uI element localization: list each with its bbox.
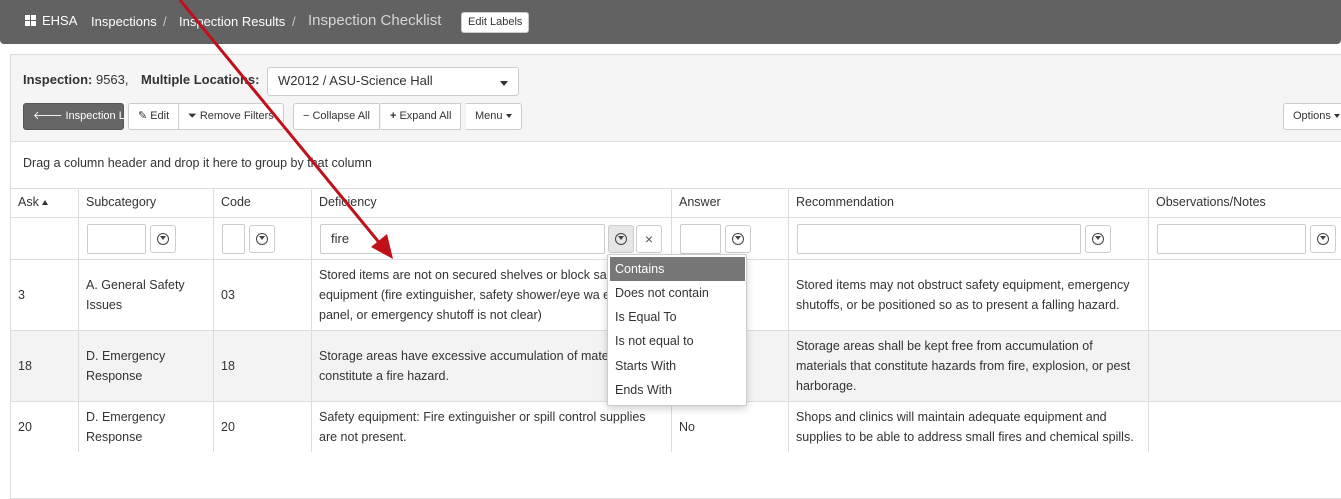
grid-icon	[25, 14, 37, 27]
column-header-notes[interactable]: Observations/Notes	[1149, 188, 1341, 217]
top-navbar: EHSA Inspections / Inspection Results / …	[0, 0, 1341, 44]
cell-subcategory: D. Emergency Response	[79, 331, 214, 401]
close-icon: ×	[644, 231, 654, 247]
answer-filter-button[interactable]	[725, 225, 751, 253]
cell-notes	[1149, 260, 1341, 330]
column-header-ask[interactable]: Ask	[11, 188, 79, 217]
filter-icon	[256, 233, 268, 245]
filter-operator-menu: Contains Does not contain Is Equal To Is…	[607, 254, 747, 406]
menu-option-contains[interactable]: Contains	[610, 257, 745, 281]
filter-icon	[615, 233, 627, 245]
cell-code: 18	[214, 331, 312, 401]
page-title: Inspection Checklist	[308, 12, 442, 29]
minus-icon: −	[303, 110, 310, 122]
notes-filter-button[interactable]	[1310, 225, 1336, 253]
edit-labels-button[interactable]: Edit Labels	[461, 12, 530, 33]
deficiency-filter-button[interactable]	[608, 225, 634, 253]
inspection-info: Inspection: 9563,	[23, 72, 129, 87]
table-row[interactable]: 20 D. Emergency Response 20 Safety equip…	[11, 402, 1341, 452]
pencil-icon: ✎	[138, 110, 148, 122]
filter-icon	[157, 233, 169, 245]
recommendation-filter-button[interactable]	[1085, 225, 1111, 253]
answer-filter-input[interactable]	[680, 224, 721, 254]
cell-recommendation: Stored items may not obstruct safety equ…	[789, 260, 1149, 330]
location-select-value: W2012 / ASU-Science Hall	[278, 73, 433, 88]
collapse-all-button[interactable]: − Collapse All	[293, 103, 380, 130]
cell-ask: 3	[11, 260, 79, 330]
recommendation-filter-input[interactable]	[797, 224, 1081, 254]
cell-notes	[1149, 331, 1341, 401]
cell-answer: No	[672, 402, 789, 452]
cell-code: 20	[214, 402, 312, 452]
column-header-answer[interactable]: Answer	[672, 188, 789, 217]
panel-header: Inspection: 9563, Multiple Locations: W2…	[11, 55, 1341, 142]
location-select[interactable]: W2012 / ASU-Science Hall	[267, 67, 519, 96]
filter-cell-ask	[11, 218, 79, 261]
expand-all-button[interactable]: + Expand All	[381, 103, 462, 130]
subcategory-filter-input[interactable]	[87, 224, 146, 254]
menu-option-ends-with[interactable]: Ends With	[610, 378, 745, 402]
brand-label: EHSA	[42, 13, 78, 28]
cell-recommendation: Shops and clinics will maintain adequate…	[789, 402, 1149, 452]
filter-icon: ⏷	[188, 110, 197, 122]
cell-ask: 18	[11, 331, 79, 401]
sort-ascending-icon	[41, 200, 48, 206]
cell-ask: 20	[11, 402, 79, 452]
cell-deficiency: Safety equipment: Fire extinguisher or s…	[312, 402, 672, 452]
breadcrumb-separator: /	[292, 14, 296, 29]
menu-option-is-equal-to[interactable]: Is Equal To	[610, 305, 745, 329]
code-filter-button[interactable]	[249, 225, 275, 253]
menu-button[interactable]: Menu	[466, 103, 522, 130]
cell-notes	[1149, 402, 1341, 452]
filter-cell-notes	[1149, 218, 1341, 261]
subcategory-filter-button[interactable]	[150, 225, 176, 253]
multiple-locations-label: Multiple Locations:	[141, 72, 260, 87]
filter-cell-subcategory	[79, 218, 214, 261]
cell-subcategory: D. Emergency Response	[79, 402, 214, 452]
cell-subcategory: A. General Safety Issues	[79, 260, 214, 330]
chevron-down-icon	[505, 114, 512, 119]
filter-cell-recommendation	[789, 218, 1149, 261]
chevron-down-icon	[1333, 114, 1340, 119]
edit-button[interactable]: ✎ Edit	[128, 103, 180, 130]
filter-icon	[732, 233, 744, 245]
brand-link[interactable]: EHSA	[25, 13, 77, 28]
column-header-code[interactable]: Code	[214, 188, 312, 217]
clear-filter-button[interactable]: ×	[636, 225, 662, 253]
plus-icon: +	[390, 110, 397, 122]
column-header-deficiency[interactable]: Deficiency	[312, 188, 672, 217]
menu-option-is-not-equal-to[interactable]: Is not equal to	[610, 329, 745, 353]
column-header-subcategory[interactable]: Subcategory	[79, 188, 214, 217]
filter-cell-code	[214, 218, 312, 261]
group-drop-area[interactable]: Drag a column header and drop it here to…	[23, 156, 372, 170]
cell-recommendation: Storage areas shall be kept free from ac…	[789, 331, 1149, 401]
notes-filter-input[interactable]	[1157, 224, 1306, 254]
filter-icon	[1317, 233, 1329, 245]
deficiency-filter-input[interactable]: fire	[320, 224, 605, 254]
code-filter-input[interactable]	[222, 224, 245, 254]
breadcrumb-inspections[interactable]: Inspections	[91, 14, 157, 29]
chevron-down-icon	[500, 81, 508, 86]
inspection-list-button[interactable]: 🡐 Inspection List	[23, 103, 136, 130]
filter-icon	[1092, 233, 1104, 245]
menu-option-starts-with[interactable]: Starts With	[610, 354, 745, 378]
breadcrumb-separator: /	[163, 14, 167, 29]
options-button[interactable]: Options	[1283, 103, 1341, 130]
arrow-left-icon: 🡐	[33, 110, 63, 122]
breadcrumb-inspection-results[interactable]: Inspection Results	[179, 14, 285, 29]
menu-option-does-not-contain[interactable]: Does not contain	[610, 281, 745, 305]
cell-code: 03	[214, 260, 312, 330]
remove-filters-button[interactable]: ⏷ Remove Filters	[179, 103, 284, 130]
column-header-recommendation[interactable]: Recommendation	[789, 188, 1149, 217]
